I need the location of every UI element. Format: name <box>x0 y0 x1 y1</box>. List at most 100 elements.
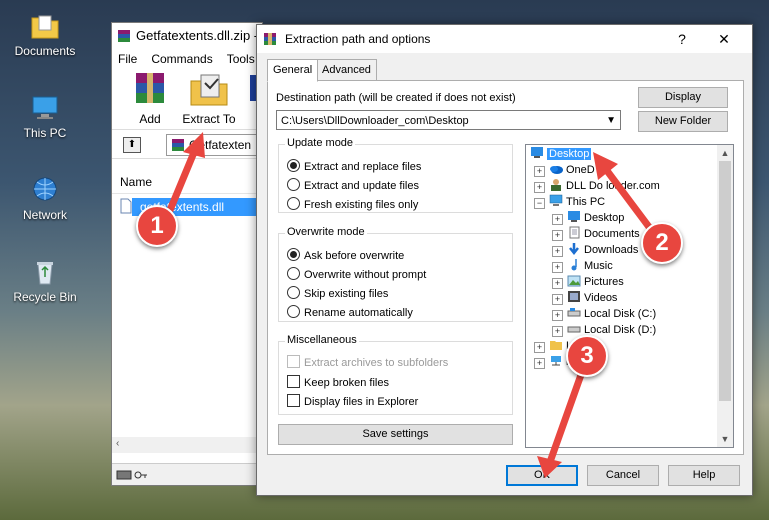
expand-icon[interactable]: + <box>552 326 563 337</box>
checkbox-display-in-explorer[interactable]: Display files in Explorer <box>287 394 418 410</box>
help-button[interactable]: Help <box>668 465 740 486</box>
tree-node-desktop[interactable]: + Desktop <box>552 210 624 226</box>
tree-node-videos[interactable]: + Videos <box>552 290 617 306</box>
desktop-icon-label: This PC <box>23 126 67 140</box>
expand-icon[interactable]: + <box>552 294 563 305</box>
general-tab-panel: Destination path (will be created if doe… <box>267 80 744 455</box>
radio-skip-existing[interactable]: Skip existing files <box>287 286 388 302</box>
checkbox-keep-broken-files[interactable]: Keep broken files <box>287 375 389 391</box>
dialog-title-bar[interactable]: Extraction path and options ? ✕ <box>257 25 752 53</box>
tree-node-local-disk-d[interactable]: + Local Disk (D:) <box>552 322 656 338</box>
dialog-title: Extraction path and options <box>285 32 431 46</box>
expand-icon[interactable]: + <box>534 166 545 177</box>
expand-icon[interactable]: + <box>552 214 563 225</box>
up-folder-icon[interactable]: ⬆ <box>123 137 141 153</box>
overwrite-mode-title: Overwrite mode <box>285 226 367 238</box>
address-text: Getfatexten <box>189 138 252 152</box>
tree-node-label: Videos <box>584 292 618 304</box>
expand-icon[interactable]: + <box>552 230 563 241</box>
extract-to-label: Extract To <box>182 112 236 126</box>
downloads-icon <box>569 243 579 255</box>
radio-overwrite-without-prompt[interactable]: Overwrite without prompt <box>287 267 426 283</box>
archive-icon <box>172 139 184 151</box>
tree-node-label: DLL Do loader.com <box>566 180 660 192</box>
radio-extract-replace[interactable]: Extract and replace files <box>287 159 421 175</box>
annotation-badge-2: 2 <box>641 222 683 264</box>
desktop-icon-label: Documents <box>14 44 76 58</box>
new-folder-button[interactable]: New Folder <box>638 111 728 132</box>
column-header-name[interactable]: Name <box>112 171 262 194</box>
menu-tools[interactable]: Tools <box>227 52 255 66</box>
expand-icon[interactable]: + <box>552 262 563 273</box>
horizontal-scrollbar[interactable]: ‹ <box>112 437 262 453</box>
tree-node-this-pc[interactable]: − This PC <box>534 194 605 210</box>
desktop-icon-documents[interactable]: Documents <box>10 12 80 58</box>
winrar-title-bar[interactable]: Getfatextents.dll.zip - <box>112 23 262 49</box>
network-icon <box>33 177 57 201</box>
winrar-title: Getfatextents.dll.zip - <box>136 28 259 43</box>
onedrive-icon <box>550 166 563 174</box>
tree-vertical-scrollbar[interactable]: ▲ ▼ <box>717 145 733 447</box>
option-label: Keep broken files <box>304 377 389 389</box>
radio-ask-before-overwrite[interactable]: Ask before overwrite <box>287 248 404 264</box>
tree-node-local-disk-c[interactable]: + Local Disk (C:) <box>552 306 656 322</box>
drive-icon <box>567 326 581 333</box>
chevron-down-icon[interactable]: ▼ <box>606 111 616 131</box>
menu-commands[interactable]: Commands <box>151 52 212 66</box>
expand-icon[interactable]: + <box>552 246 563 257</box>
tree-node-desktop-root[interactable]: Desktop <box>530 146 592 162</box>
extraction-dialog: Extraction path and options ? ✕ General … <box>256 24 753 496</box>
help-caption-button[interactable]: ? <box>664 25 700 53</box>
expand-icon[interactable]: + <box>552 310 563 321</box>
tab-general[interactable]: General <box>267 59 319 82</box>
add-archive-icon <box>136 73 164 103</box>
option-label: Extract and replace files <box>304 161 422 173</box>
address-box[interactable]: Getfatexten <box>166 134 262 156</box>
radio-extract-update[interactable]: Extract and update files <box>287 178 419 194</box>
computer-icon <box>32 96 58 119</box>
tree-node-user[interactable]: + DLL Do loader.com <box>534 178 660 194</box>
option-label: Skip existing files <box>304 288 389 300</box>
destination-path-combo[interactable]: C:\Users\DllDownloader_com\Desktop ▼ <box>276 110 621 130</box>
checkbox-icon <box>287 375 300 388</box>
tab-advanced[interactable]: Advanced <box>316 59 377 81</box>
ok-button[interactable]: OK <box>506 465 578 486</box>
desktop-icon-network[interactable]: Network <box>10 176 80 222</box>
option-label: Display files in Explorer <box>304 396 419 408</box>
overwrite-mode-group: Overwrite mode Ask before overwrite Over… <box>278 226 513 322</box>
collapse-icon[interactable]: − <box>534 198 545 209</box>
tree-node-pictures[interactable]: + Pictures <box>552 274 624 290</box>
option-label: Rename automatically <box>304 307 413 319</box>
desktop-icon-label: Recycle Bin <box>13 290 77 304</box>
desktop-icon-this-pc[interactable]: This PC <box>10 94 80 140</box>
add-button[interactable]: Add <box>122 71 178 126</box>
desktop-icon-recycle-bin[interactable]: Recycle Bin <box>10 258 80 304</box>
menu-file[interactable]: File <box>118 52 137 66</box>
tree-node-onedrive[interactable]: + OneD <box>534 162 595 178</box>
scroll-up-icon[interactable]: ▲ <box>717 145 733 161</box>
scroll-left-icon[interactable]: ‹ <box>116 438 119 449</box>
scroll-thumb[interactable] <box>719 161 731 401</box>
desktop-icon <box>531 147 543 158</box>
music-icon <box>571 259 577 271</box>
radio-fresh-existing[interactable]: Fresh existing files only <box>287 197 418 213</box>
add-label: Add <box>139 112 161 126</box>
expand-icon[interactable]: + <box>534 342 545 353</box>
radio-selected-icon <box>287 159 300 172</box>
display-button[interactable]: Display <box>638 87 728 108</box>
checkbox-icon <box>287 394 300 407</box>
expand-icon[interactable]: + <box>552 278 563 289</box>
close-button[interactable]: ✕ <box>706 25 742 53</box>
folder-tree[interactable]: Desktop + OneD + DLL Do loader.com − This P… <box>525 144 734 448</box>
tree-node-downloads[interactable]: + Downloads <box>552 242 638 258</box>
save-settings-button[interactable]: Save settings <box>278 424 513 445</box>
tree-node-music[interactable]: + Music <box>552 258 613 274</box>
radio-icon <box>287 286 300 299</box>
tree-node-documents[interactable]: + Documents <box>552 226 640 242</box>
expand-icon[interactable]: + <box>534 358 545 369</box>
expand-icon[interactable]: + <box>534 182 545 193</box>
extract-to-button[interactable]: Extract To <box>178 71 240 126</box>
radio-rename-automatically[interactable]: Rename automatically <box>287 305 413 321</box>
cancel-button[interactable]: Cancel <box>587 465 659 486</box>
scroll-down-icon[interactable]: ▼ <box>717 431 733 447</box>
